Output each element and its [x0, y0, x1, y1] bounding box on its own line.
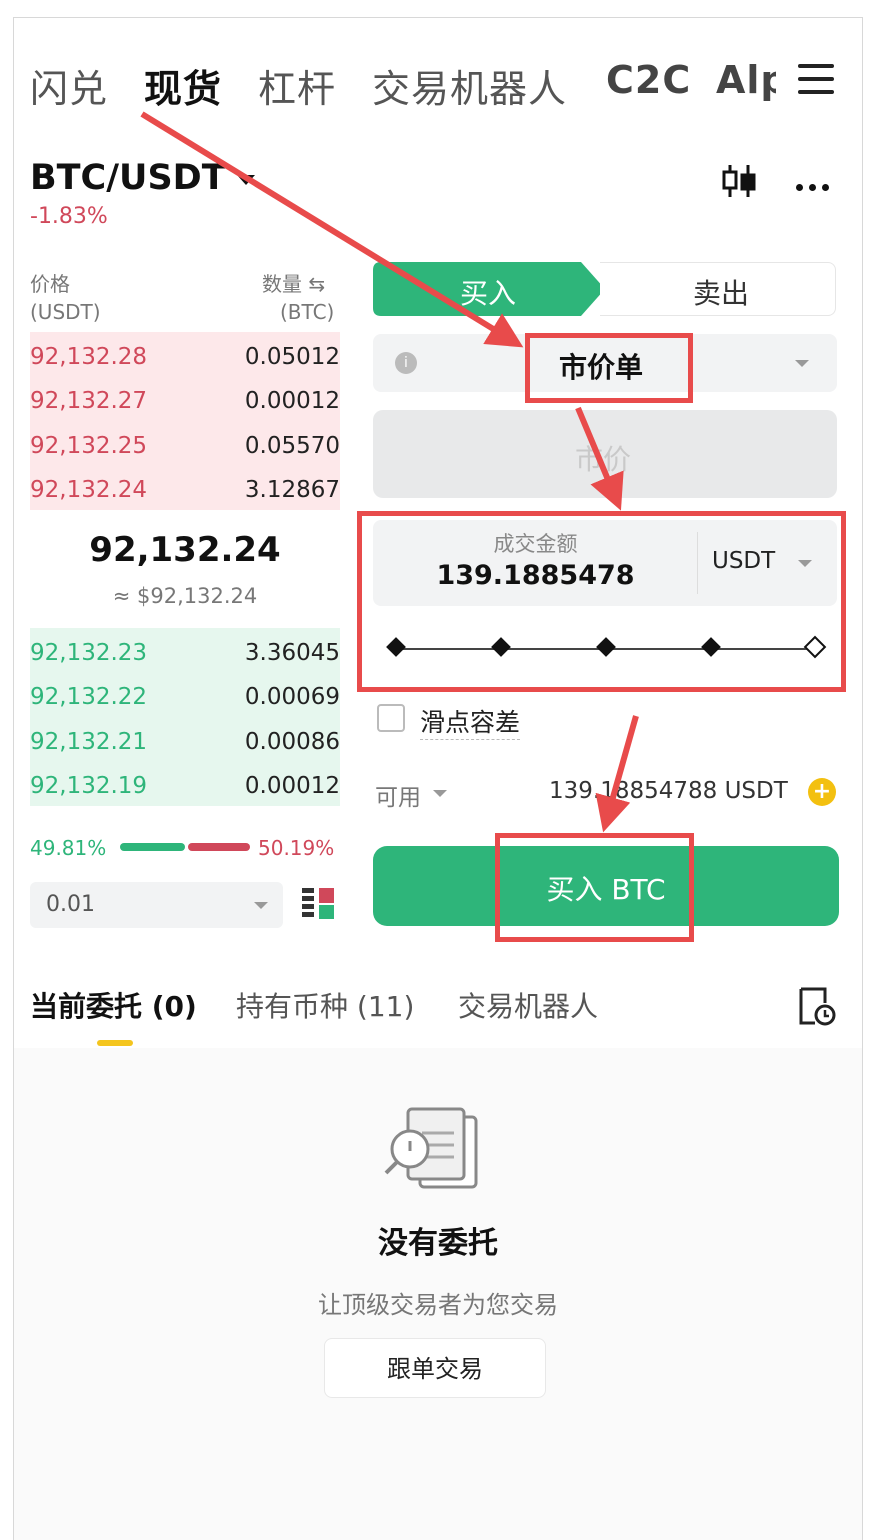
bid-row[interactable]: 92,132.19 0.00012	[30, 763, 340, 807]
sell-ratio-bar	[188, 843, 250, 851]
price-header: 价格	[30, 272, 70, 296]
tab-holdings[interactable]: 持有币种 (11)	[236, 985, 414, 1025]
copy-trading-button[interactable]: 跟单交易	[324, 1338, 546, 1398]
ask-row[interactable]: 92,132.27 0.00012	[30, 378, 340, 422]
tab-sell-label: 卖出	[693, 277, 750, 310]
available-balance: 139.18854788 USDT	[549, 778, 788, 804]
bid-row[interactable]: 92,132.21 0.00086	[30, 719, 340, 763]
bid-row[interactable]: 92,132.23 3.36045	[30, 630, 340, 674]
tab-margin[interactable]: 杠杆	[258, 58, 336, 113]
layout-icon[interactable]	[302, 886, 336, 922]
tab-open-orders[interactable]: 当前委托 (0)	[30, 985, 197, 1025]
mid-price-usd: ≈ $92,132.24	[112, 584, 258, 608]
empty-title: 没有委托	[378, 1226, 498, 1261]
slippage-checkbox[interactable]	[377, 704, 405, 732]
tab-alpha[interactable]: Alp	[716, 58, 776, 102]
available-label[interactable]: 可用	[375, 778, 421, 812]
chevron-down-icon	[433, 790, 447, 797]
order-history-icon[interactable]	[797, 985, 837, 1027]
ask-row[interactable]: 92,132.25 0.05570	[30, 423, 340, 467]
highlight-order-type	[525, 333, 693, 403]
empty-subtitle: 让顶级交易者为您交易	[318, 1291, 558, 1319]
empty-document-icon	[384, 1107, 478, 1189]
chevron-down-icon	[795, 360, 809, 367]
price-change: -1.83%	[30, 204, 108, 229]
qty-unit: (BTC)	[280, 300, 335, 324]
precision-value: 0.01	[46, 892, 95, 917]
price-unit: (USDT)	[30, 300, 101, 324]
more-icon[interactable]	[796, 176, 836, 191]
tab-trading-bot[interactable]: 交易机器人	[372, 58, 567, 113]
qty-header[interactable]: 数量 ⇆	[262, 268, 325, 297]
buy-ratio-bar	[120, 843, 185, 851]
tab-spot[interactable]: 现货	[144, 58, 222, 113]
slippage-label[interactable]: 滑点容差	[420, 703, 521, 740]
highlight-amount	[357, 511, 846, 692]
precision-select[interactable]: 0.01	[30, 882, 283, 928]
price-placeholder: 市价	[575, 443, 632, 476]
info-icon[interactable]: i	[395, 352, 417, 374]
candlestick-icon[interactable]	[720, 162, 758, 200]
menu-icon[interactable]	[798, 64, 834, 96]
highlight-buy-button	[495, 833, 694, 942]
caret-down-icon[interactable]	[237, 175, 255, 185]
ask-row[interactable]: 92,132.28 0.05012	[30, 334, 340, 378]
bid-row[interactable]: 92,132.22 0.00069	[30, 674, 340, 718]
plus-circle-icon[interactable]: +	[808, 778, 836, 806]
tab-bots[interactable]: 交易机器人	[458, 985, 598, 1025]
mid-price: 92,132.24	[89, 530, 281, 570]
sell-ratio: 50.19%	[258, 836, 335, 860]
buy-ratio: 49.81%	[30, 836, 107, 860]
tab-c2c[interactable]: C2C	[606, 58, 691, 102]
ask-row[interactable]: 92,132.24 3.12867	[30, 467, 340, 511]
tab-buy-label: 买入	[460, 277, 517, 310]
pair-symbol[interactable]: BTC/USDT	[30, 158, 226, 198]
active-tab-indicator	[97, 1040, 133, 1046]
chevron-down-icon	[254, 902, 268, 909]
tab-convert[interactable]: 闪兑	[30, 58, 108, 113]
